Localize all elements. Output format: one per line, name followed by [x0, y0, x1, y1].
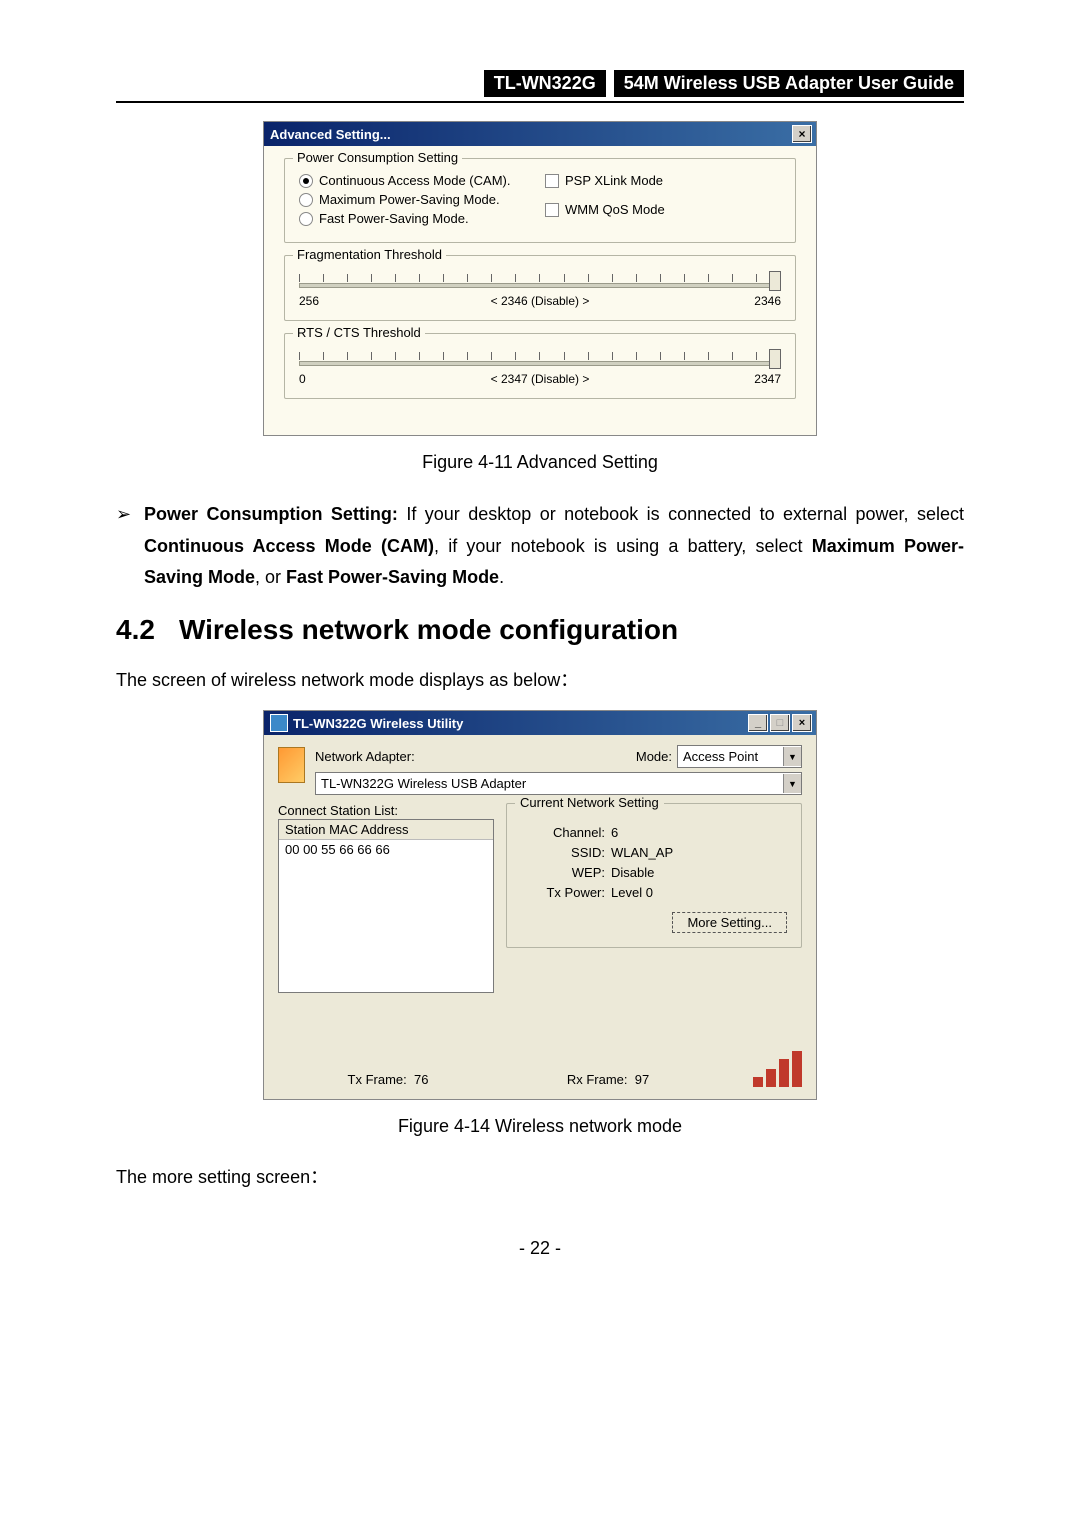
maximize-icon[interactable]: □: [770, 714, 790, 732]
station-list-header: Station MAC Address: [279, 820, 493, 840]
group-legend: Current Network Setting: [515, 795, 664, 810]
ssid-label: SSID:: [521, 845, 611, 860]
slider-value-label: < 2347 (Disable) >: [359, 372, 721, 386]
slider-min-label: 256: [299, 294, 359, 308]
bold4: Fast Power-Saving Mode: [286, 567, 499, 587]
mode-value: Access Point: [683, 749, 758, 764]
station-list-item[interactable]: 00 00 55 66 66 66: [279, 840, 493, 859]
slider-max-label: 2347: [721, 372, 781, 386]
dialog-title: TL-WN322G Wireless Utility: [293, 716, 463, 731]
radio-label: Fast Power-Saving Mode.: [319, 211, 469, 226]
more-setting-button[interactable]: More Setting...: [672, 912, 787, 933]
t4: .: [499, 567, 504, 587]
app-small-icon: [270, 714, 288, 732]
section-number: 4.2: [116, 614, 155, 646]
bullet-lead-bold: Power Consumption Setting:: [144, 504, 398, 524]
section-4-2-heading: 4.2 Wireless network mode configuration: [116, 614, 964, 646]
rx-frame-label: Rx Frame:: [567, 1072, 628, 1087]
chevron-down-icon: ▼: [783, 747, 801, 766]
bullet-icon: ➢: [116, 499, 144, 594]
connect-station-list-label: Connect Station List:: [278, 803, 494, 818]
slider-min-label: 0: [299, 372, 359, 386]
t2: , if your notebook is using a battery, s…: [434, 536, 812, 556]
station-list[interactable]: Station MAC Address 00 00 55 66 66 66: [278, 819, 494, 993]
group-legend: Power Consumption Setting: [293, 150, 462, 165]
checkbox-label: WMM QoS Mode: [565, 202, 665, 217]
group-legend: Fragmentation Threshold: [293, 247, 446, 262]
radio-icon: [299, 174, 313, 188]
dialog-title: Advanced Setting...: [270, 127, 391, 142]
adapter-dropdown[interactable]: TL-WN322G Wireless USB Adapter ▼: [315, 772, 802, 795]
bold2: Continuous Access Mode (CAM): [144, 536, 434, 556]
adapter-value: TL-WN322G Wireless USB Adapter: [321, 776, 526, 791]
checkbox-label: PSP XLink Mode: [565, 173, 663, 188]
radio-icon: [299, 193, 313, 207]
network-adapter-label: Network Adapter:: [315, 749, 415, 764]
advanced-setting-dialog: Advanced Setting... × Power Consumption …: [263, 121, 817, 436]
radio-max-power-saving[interactable]: Maximum Power-Saving Mode.: [299, 192, 535, 207]
minimize-icon[interactable]: _: [748, 714, 768, 732]
rx-frame-value: 97: [635, 1072, 649, 1087]
tx-frame-stat: Tx Frame: 76: [278, 1072, 498, 1087]
fragmentation-threshold-group: Fragmentation Threshold 2: [284, 255, 796, 321]
fragmentation-slider[interactable]: [299, 272, 781, 294]
signal-strength-icon: [753, 1051, 802, 1087]
group-legend: RTS / CTS Threshold: [293, 325, 425, 340]
paragraph-intro: The screen of wireless network mode disp…: [116, 666, 964, 695]
power-consumption-group: Power Consumption Setting Continuous Acc…: [284, 158, 796, 243]
channel-value: 6: [611, 825, 618, 840]
power-consumption-bullet: ➢ Power Consumption Setting: If your des…: [116, 499, 964, 594]
slider-value-label: < 2346 (Disable) >: [359, 294, 721, 308]
txpower-label: Tx Power:: [521, 885, 611, 900]
dialog-titlebar[interactable]: Advanced Setting... ×: [264, 122, 816, 146]
tx-frame-value: 76: [414, 1072, 428, 1087]
radio-label: Maximum Power-Saving Mode.: [319, 192, 500, 207]
radio-cam[interactable]: Continuous Access Mode (CAM).: [299, 173, 535, 188]
rts-cts-threshold-group: RTS / CTS Threshold 0: [284, 333, 796, 399]
app-logo-icon: [278, 747, 305, 783]
close-icon[interactable]: ×: [792, 125, 812, 143]
t3: , or: [255, 567, 286, 587]
rx-frame-stat: Rx Frame: 97: [498, 1072, 718, 1087]
checkbox-wmm-qos[interactable]: WMM QoS Mode: [545, 202, 781, 217]
page-number: - 22 -: [116, 1238, 964, 1259]
checkbox-icon: [545, 174, 559, 188]
txpower-value: Level 0: [611, 885, 653, 900]
channel-label: Channel:: [521, 825, 611, 840]
wireless-utility-dialog: TL-WN322G Wireless Utility _ □ × Network…: [263, 710, 817, 1100]
checkbox-psp-xlink[interactable]: PSP XLink Mode: [545, 173, 781, 188]
radio-icon: [299, 212, 313, 226]
radio-label: Continuous Access Mode (CAM).: [319, 173, 510, 188]
wep-label: WEP:: [521, 865, 611, 880]
t1: If your desktop or notebook is connected…: [398, 504, 964, 524]
guide-title: 54M Wireless USB Adapter User Guide: [614, 70, 964, 97]
mode-dropdown[interactable]: Access Point ▼: [677, 745, 802, 768]
current-network-group: Current Network Setting Channel: 6 SSID:…: [506, 803, 802, 948]
bullet-text: Power Consumption Setting: If your deskt…: [144, 499, 964, 594]
rts-slider[interactable]: [299, 350, 781, 372]
checkbox-icon: [545, 203, 559, 217]
slider-thumb-icon[interactable]: [769, 349, 781, 369]
wep-value: Disable: [611, 865, 654, 880]
paragraph-more-setting: The more setting screen：: [116, 1163, 964, 1192]
ssid-value: WLAN_AP: [611, 845, 673, 860]
chevron-down-icon: ▼: [783, 774, 801, 793]
radio-fast-power-saving[interactable]: Fast Power-Saving Mode.: [299, 211, 535, 226]
mode-label: Mode:: [636, 749, 672, 764]
figure-caption-2: Figure 4-14 Wireless network mode: [116, 1116, 964, 1137]
dialog-titlebar[interactable]: TL-WN322G Wireless Utility _ □ ×: [264, 711, 816, 735]
model-badge: TL-WN322G: [484, 70, 606, 97]
section-title: Wireless network mode configuration: [179, 614, 678, 646]
tx-frame-label: Tx Frame:: [348, 1072, 407, 1087]
slider-thumb-icon[interactable]: [769, 271, 781, 291]
page-header: TL-WN322G 54M Wireless USB Adapter User …: [116, 70, 964, 103]
close-icon[interactable]: ×: [792, 714, 812, 732]
figure-caption-1: Figure 4-11 Advanced Setting: [116, 452, 964, 473]
slider-max-label: 2346: [721, 294, 781, 308]
